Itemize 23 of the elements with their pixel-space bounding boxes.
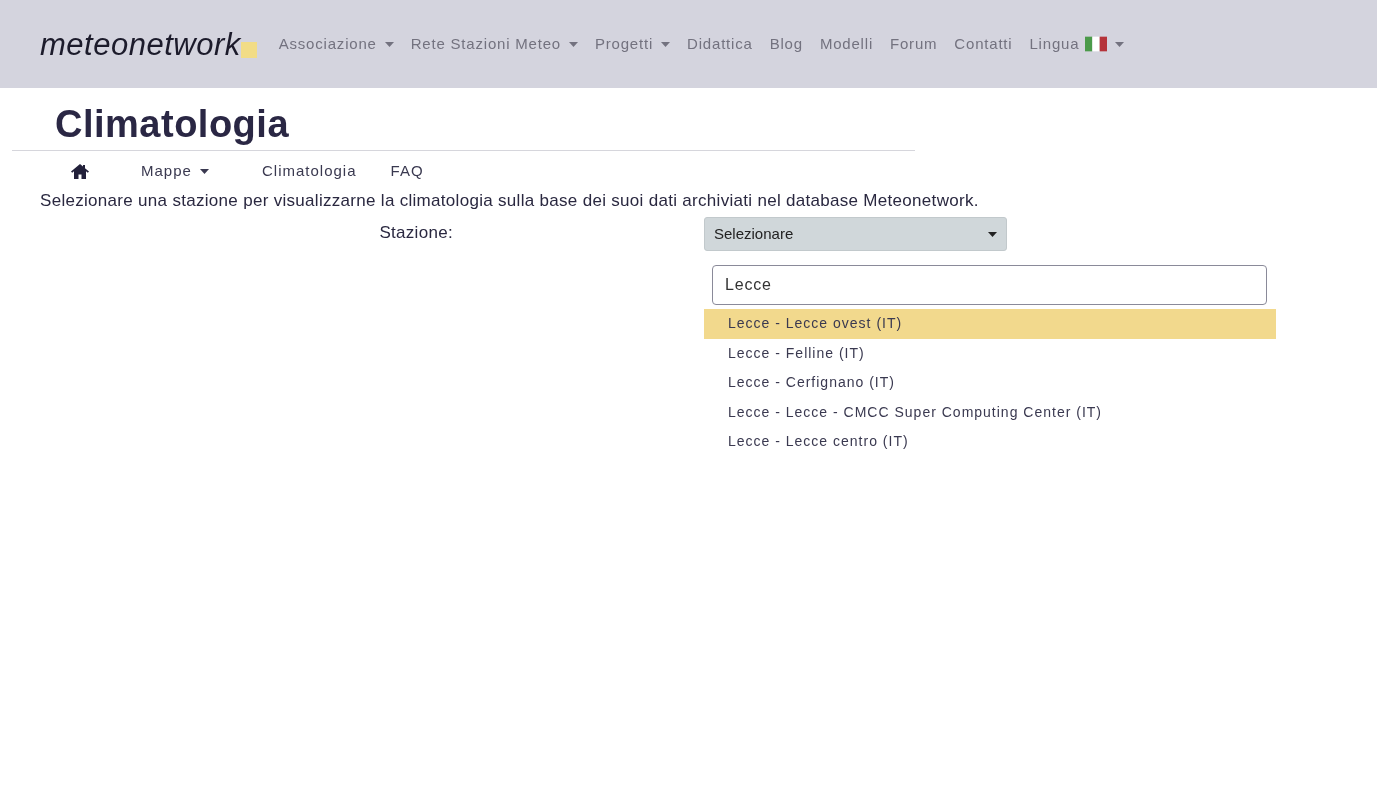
logo-square-icon [240,41,257,58]
station-option[interactable]: Lecce - Lecce centro (IT) [704,427,1276,457]
search-field[interactable]: Lecce [712,265,1267,305]
caret-icon [1115,41,1125,47]
flag-icon [1085,36,1108,52]
subnav-link[interactable]: FAQ [390,159,424,183]
station-option[interactable]: Lecce - Felline (IT) [704,338,1276,368]
home-icon[interactable] [71,163,89,179]
subnav-link[interactable]: Mappe [141,159,262,183]
station-select[interactable]: Selezionare [704,217,1007,251]
subnav-link[interactable]: Climatologia [262,159,357,183]
caret-icon [569,41,578,47]
caret-icon [988,231,997,237]
station-option[interactable]: Lecce - Cerfignano (IT) [704,368,1276,398]
caret-icon [661,41,671,47]
station-option[interactable]: Lecce - Lecce - CMCC Super Computing Center (IT) [704,397,1276,427]
caret-icon [199,168,209,174]
field-label: Stazione: [379,223,453,242]
caret-icon [384,41,394,47]
page-title: Climatologia [55,102,291,146]
site-logo[interactable]: meteonetwork [40,28,241,60]
station-option[interactable]: Lecce - Lecce ovest (IT) [704,309,1276,339]
description-text: Selezionare una stazione per visualizzarne la climatologia sulla base dei suoi dati archiviati nel database Meteonetwork. [39,191,980,211]
